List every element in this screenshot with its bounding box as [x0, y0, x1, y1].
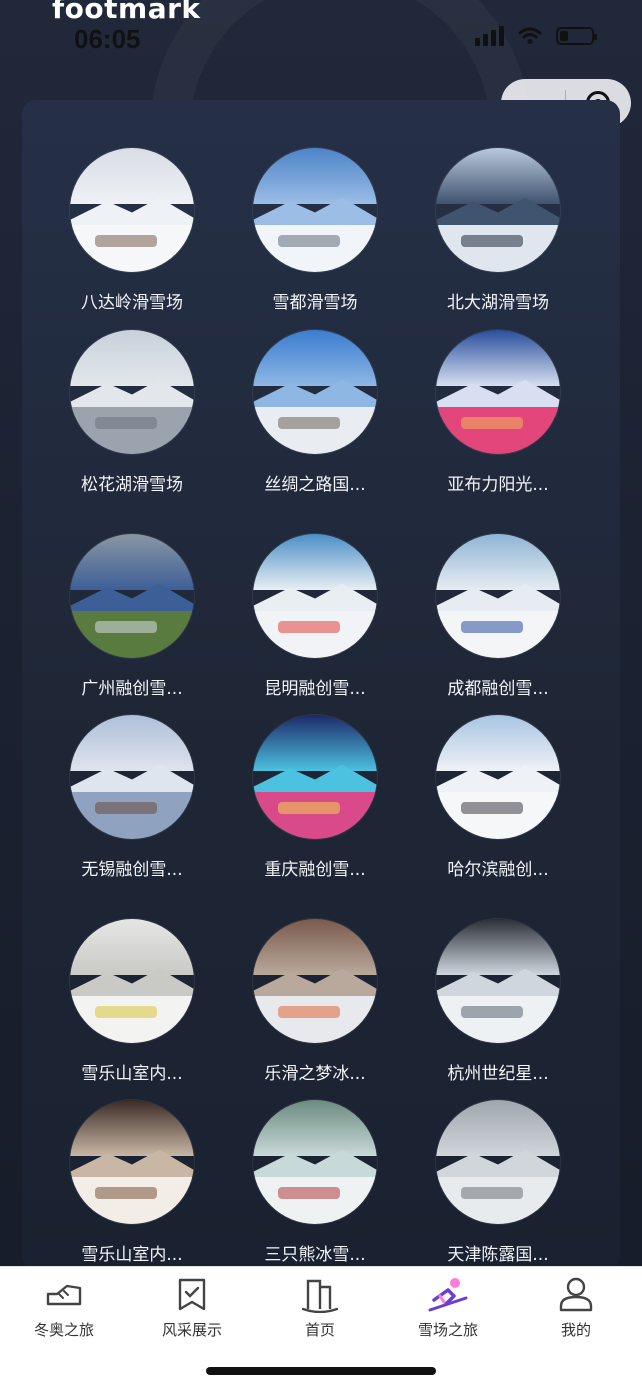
resort-name: 北大湖滑雪场 [447, 293, 549, 313]
resort-card[interactable]: 重庆融创雪... [224, 715, 406, 880]
resort-name: 雪乐山室内... [81, 1245, 183, 1265]
resort-photo[interactable] [70, 919, 194, 1043]
resort-name: 亚布力阳光... [447, 475, 549, 495]
resort-photo[interactable] [253, 534, 377, 658]
resort-name: 哈尔滨融创... [447, 860, 549, 880]
resort-name: 天津陈露国... [447, 1245, 549, 1265]
resort-photo[interactable] [70, 715, 194, 839]
resort-photo[interactable] [70, 330, 194, 454]
shoe-icon [44, 1275, 84, 1315]
resort-photo[interactable] [253, 148, 377, 272]
resort-photo[interactable] [253, 715, 377, 839]
resort-card[interactable]: 昆明融创雪... [224, 534, 406, 699]
resort-photo[interactable] [436, 148, 560, 272]
resort-card[interactable]: 雪都滑雪场 [224, 148, 406, 313]
resort-photo[interactable] [436, 919, 560, 1043]
resort-name: 昆明融创雪... [264, 679, 366, 699]
resort-name: 八达岭滑雪场 [81, 293, 183, 313]
skier-icon [428, 1275, 468, 1315]
resort-card[interactable]: 杭州世纪星... [407, 919, 589, 1084]
tab-home[interactable]: 首页 [256, 1267, 384, 1340]
home-indicator [206, 1367, 436, 1375]
resort-photo[interactable] [253, 330, 377, 454]
tab-label: 雪场之旅 [417, 1321, 478, 1339]
resort-photo[interactable] [253, 1100, 377, 1224]
tab-profile[interactable]: 我的 [512, 1267, 640, 1340]
resort-photo[interactable] [436, 715, 560, 839]
tab-label: 我的 [560, 1321, 591, 1339]
status-time: 06:05 [74, 24, 141, 54]
tab-winter-olympics[interactable]: 冬奥之旅 [0, 1267, 128, 1340]
resort-card[interactable]: 无锡融创雪... [41, 715, 223, 880]
resort-card[interactable]: 三只熊冰雪... [224, 1100, 406, 1265]
wifi-icon [518, 27, 542, 44]
resort-name: 松花湖滑雪场 [81, 475, 183, 495]
resort-name: 成都融创雪... [447, 679, 549, 699]
tab-ski-resorts[interactable]: 雪场之旅 [384, 1267, 512, 1340]
home-icon [300, 1275, 340, 1315]
tab-showcase[interactable]: 风采展示 [128, 1267, 256, 1340]
app-title: footmark [52, 0, 201, 25]
resort-card[interactable]: 成都融创雪... [407, 534, 589, 699]
resort-card[interactable]: 广州融创雪... [41, 534, 223, 699]
resort-photo[interactable] [70, 148, 194, 272]
resort-card[interactable]: 松花湖滑雪场 [41, 330, 223, 495]
resort-photo[interactable] [70, 1100, 194, 1224]
resort-card[interactable]: 北大湖滑雪场 [407, 148, 589, 313]
resort-photo[interactable] [436, 330, 560, 454]
resort-name: 雪都滑雪场 [272, 293, 358, 313]
status-icons [475, 26, 597, 46]
resort-card[interactable]: 哈尔滨融创... [407, 715, 589, 880]
tab-label: 风采展示 [161, 1321, 222, 1339]
tab-label: 首页 [304, 1321, 335, 1339]
resort-card[interactable]: 亚布力阳光... [407, 330, 589, 495]
resort-card[interactable]: 丝绸之路国... [224, 330, 406, 495]
resort-card[interactable]: 天津陈露国... [407, 1100, 589, 1265]
resort-photo[interactable] [436, 534, 560, 658]
resort-name: 重庆融创雪... [264, 860, 366, 880]
resort-name: 无锡融创雪... [81, 860, 183, 880]
resort-photo[interactable] [253, 919, 377, 1043]
resort-card[interactable]: 雪乐山室内... [41, 919, 223, 1084]
signal-icon [475, 26, 504, 46]
bookmark-icon [172, 1275, 212, 1315]
resort-photo[interactable] [70, 534, 194, 658]
battery-icon [556, 27, 597, 45]
resort-card[interactable]: 乐滑之梦冰... [224, 919, 406, 1084]
resort-name: 杭州世纪星... [447, 1064, 549, 1084]
person-icon [556, 1275, 596, 1315]
resort-name: 三只熊冰雪... [264, 1245, 366, 1265]
resort-card[interactable]: 八达岭滑雪场 [41, 148, 223, 313]
resort-name: 广州融创雪... [81, 679, 183, 699]
tab-label: 冬奥之旅 [33, 1321, 94, 1339]
resort-card[interactable]: 雪乐山室内... [41, 1100, 223, 1265]
resort-photo[interactable] [436, 1100, 560, 1224]
resort-name: 雪乐山室内... [81, 1064, 183, 1084]
resort-name: 乐滑之梦冰... [264, 1064, 366, 1084]
resort-name: 丝绸之路国... [264, 475, 366, 495]
